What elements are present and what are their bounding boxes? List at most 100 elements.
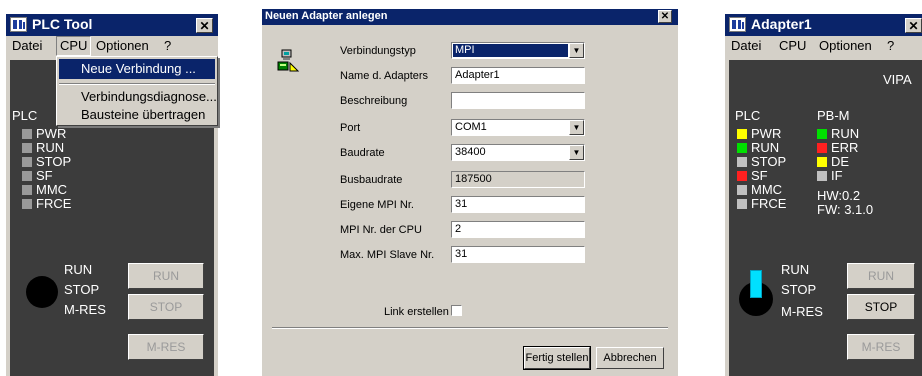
eigene-mpi-nr-label: Eigene MPI Nr.: [340, 199, 414, 211]
hw-version: HW:0.2: [817, 188, 861, 203]
menu-optionen[interactable]: Optionen: [96, 38, 149, 53]
plc-led-label: RUN: [36, 140, 65, 155]
close-icon[interactable]: ✕: [905, 18, 922, 33]
new-adapter-dialog: Neuen Adapter anlegen ✕ Verbindungstyp MP…: [262, 9, 678, 376]
chevron-down-icon[interactable]: ▼: [569, 120, 584, 135]
eigene-mpi-nr-input[interactable]: 31: [450, 195, 586, 214]
switch-label-run: RUN: [781, 262, 810, 277]
beschreibung-input[interactable]: [450, 91, 586, 110]
switch-label-stop: STOP: [64, 282, 100, 297]
title-bar[interactable]: Adapter1 ✕: [725, 14, 922, 36]
plc-label: PLC: [12, 108, 38, 123]
plc-led-pwr: [22, 129, 32, 139]
baudrate-value: 38400: [455, 146, 486, 158]
plc-led-sf: [737, 171, 747, 181]
plc-led-label: SF: [751, 168, 768, 183]
app-icon: [729, 17, 746, 32]
mode-switch-key: [750, 270, 762, 298]
busbaudrate-label: Busbaudrate: [340, 174, 403, 186]
plc-led-label: FRCE: [751, 196, 787, 211]
pbm-led-de: [817, 157, 827, 167]
window-title: PLC Tool: [32, 16, 93, 32]
pbm-led-if: [817, 171, 827, 181]
pbm-led-run: [817, 129, 827, 139]
mres-button[interactable]: M-RES: [847, 334, 915, 360]
plc-led-mmc: [737, 185, 747, 195]
chevron-down-icon[interactable]: ▼: [569, 43, 584, 58]
app-icon: [10, 17, 27, 32]
stop-button[interactable]: STOP: [847, 294, 915, 320]
menu-item-neue-verbindung[interactable]: Neue Verbindung ...: [59, 59, 215, 79]
mpi-nr-der-cpu-input[interactable]: 2: [450, 220, 586, 239]
plc-led-mmc: [22, 185, 32, 195]
plc-led-sf: [22, 171, 32, 181]
verbindungstyp-select[interactable]: MPI ▼: [450, 41, 586, 60]
busbaudrate-input: 187500: [450, 170, 586, 189]
menu-help[interactable]: ?: [164, 38, 171, 53]
dialog-title-bar[interactable]: Neuen Adapter anlegen ✕: [262, 9, 678, 25]
beschreibung-label: Beschreibung: [340, 95, 408, 107]
menu-datei[interactable]: Datei: [12, 38, 42, 53]
verbindungstyp-label: Verbindungstyp: [340, 45, 416, 57]
fw-version: FW: 3.1.0: [817, 202, 874, 217]
plc-led-stop: [22, 157, 32, 167]
menu-item-bausteine-uebertragen[interactable]: Bausteine übertragen: [59, 105, 215, 125]
plc-display: VIPA PLC PB-M PWR RUN STOP SF MMC FRCE RUN ERR…: [729, 60, 922, 376]
mres-button[interactable]: M-RES: [128, 334, 204, 360]
max-mpi-slave-nr-input[interactable]: 31: [450, 245, 586, 264]
link-erstellen-checkbox[interactable]: [451, 305, 462, 316]
pbm-led-label: IF: [831, 168, 843, 183]
menu-optionen[interactable]: Optionen: [819, 38, 872, 53]
pbm-led-err: [817, 143, 827, 153]
abbrechen-button[interactable]: Abbrechen: [596, 347, 664, 369]
close-icon[interactable]: ✕: [196, 18, 213, 33]
run-button[interactable]: RUN: [847, 263, 915, 289]
dialog-divider: [272, 327, 668, 329]
plc-led-frce: [22, 199, 32, 209]
network-adapter-icon: [277, 49, 300, 72]
chevron-down-icon[interactable]: ▼: [569, 145, 584, 160]
port-value: COM1: [455, 121, 487, 133]
fertig-stellen-button[interactable]: Fertig stellen: [523, 346, 591, 370]
cpu-dropdown-menu: Neue Verbindung ... Verbindungsdiagnose.…: [56, 56, 218, 126]
plc-tool-window: PLC Tool ✕ Datei CPU Optionen ? PLC PWR R…: [6, 14, 218, 376]
plc-led-run: [737, 143, 747, 153]
menu-datei[interactable]: Datei: [731, 38, 761, 53]
title-bar[interactable]: PLC Tool ✕: [6, 14, 218, 36]
plc-led-frce: [737, 199, 747, 209]
plc-led-label: PWR: [36, 126, 67, 141]
pbm-led-label: ERR: [831, 140, 859, 155]
menu-separator: [59, 83, 215, 85]
menu-cpu[interactable]: CPU: [779, 38, 806, 53]
switch-label-mres: M-RES: [64, 302, 106, 317]
plc-led-label: FRCE: [36, 196, 72, 211]
plc-led-run: [22, 143, 32, 153]
plc-led-pwr: [737, 129, 747, 139]
menu-bar: Datei CPU Optionen ?: [725, 36, 922, 56]
plc-label: PLC: [735, 108, 761, 123]
stop-button[interactable]: STOP: [128, 294, 204, 320]
mpi-nr-der-cpu-label: MPI Nr. der CPU: [340, 224, 422, 236]
mode-switch-knob[interactable]: [26, 276, 58, 308]
plc-led-label: STOP: [36, 154, 72, 169]
port-select[interactable]: COM1 ▼: [450, 118, 586, 137]
baudrate-select[interactable]: 38400 ▼: [450, 143, 586, 162]
brand-label: VIPA: [883, 72, 912, 87]
plc-led-label: MMC: [751, 182, 783, 197]
link-erstellen-label: Link erstellen: [384, 306, 449, 318]
menu-item-verbindungsdiagnose[interactable]: Verbindungsdiagnose...: [59, 87, 217, 107]
dialog-title: Neuen Adapter anlegen: [265, 10, 388, 22]
plc-led-label: RUN: [751, 140, 780, 155]
name-d-adapters-input[interactable]: Adapter1: [450, 66, 586, 85]
run-button[interactable]: RUN: [128, 263, 204, 289]
plc-led-label: PWR: [751, 126, 782, 141]
adapter1-window: Adapter1 ✕ Datei CPU Optionen ? VIPA PLC…: [725, 14, 922, 376]
plc-led-stop: [737, 157, 747, 167]
menu-help[interactable]: ?: [887, 38, 894, 53]
menu-cpu[interactable]: CPU: [56, 36, 92, 56]
switch-label-stop: STOP: [781, 282, 817, 297]
max-mpi-slave-nr-label: Max. MPI Slave Nr.: [340, 249, 435, 261]
port-label: Port: [340, 122, 361, 134]
pbm-led-label: RUN: [831, 126, 860, 141]
close-icon[interactable]: ✕: [658, 10, 672, 23]
